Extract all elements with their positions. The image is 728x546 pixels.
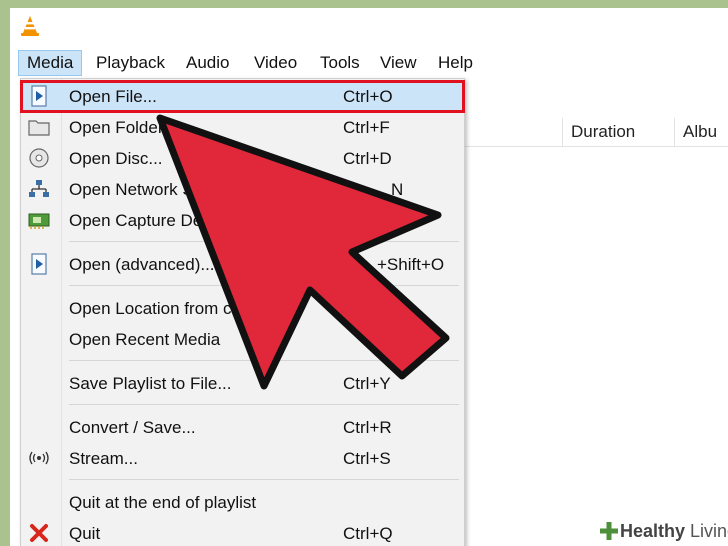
capture-card-icon [28, 213, 50, 229]
column-duration[interactable]: Duration [562, 118, 674, 146]
menu-label: Open Location from cl [69, 299, 236, 318]
menu-open-advanced[interactable]: Open (advanced)... +Shift+O [21, 249, 464, 280]
menu-label: Save Playlist to File... [69, 374, 232, 393]
menu-shortcut: N [391, 180, 404, 199]
menu-separator [69, 285, 459, 286]
watermark-brand-rest: Living [690, 521, 728, 541]
quit-icon [30, 524, 48, 542]
menu-help[interactable]: Help [430, 50, 481, 76]
play-file-icon [31, 85, 47, 107]
menu-label: Open Network S [69, 180, 194, 199]
watermark-text: Healthy Living [620, 519, 728, 543]
watermark-brand-bold: Healthy [620, 521, 686, 541]
menu-shortcut: Ctrl+F [343, 118, 390, 137]
menu-label: Open Disc... [69, 149, 163, 168]
menu-label: Open Capture De [69, 211, 203, 230]
menu-shortcut: Ctrl+Q [343, 524, 393, 543]
menu-label: Open File... [69, 87, 157, 106]
folder-icon [28, 120, 50, 136]
menu-playback[interactable]: Playback [88, 50, 173, 76]
menu-shortcut: Ctrl+O [343, 87, 393, 106]
menu-label: Quit [69, 524, 101, 543]
menu-open-recent-media[interactable]: Open Recent Media [21, 324, 464, 355]
menu-label: Open (advanced)... [69, 255, 215, 274]
menu-tools[interactable]: Tools [312, 50, 368, 76]
menu-bar: Media Playback Audio Video Tools View He… [10, 46, 728, 79]
vlc-window: Media Playback Audio Video Tools View He… [10, 8, 728, 546]
healthy-living-watermark: Healthy Living [594, 516, 728, 546]
menu-view[interactable]: View [372, 50, 425, 76]
menu-separator [69, 404, 459, 405]
menu-label: Convert / Save... [69, 418, 196, 437]
vlc-cone-icon [21, 16, 39, 36]
menu-open-folder[interactable]: Open Folder... Ctrl+F [21, 112, 464, 143]
menu-label: Stream... [69, 449, 138, 468]
menu-quit-end-playlist[interactable]: Quit at the end of playlist [21, 487, 464, 518]
column-album[interactable]: Albu [674, 118, 728, 146]
menu-open-location-clipboard[interactable]: Open Location from cl [21, 293, 464, 324]
disc-icon [29, 148, 49, 168]
play-file-icon [31, 253, 47, 275]
stream-icon [29, 451, 49, 465]
title-bar [10, 8, 728, 46]
menu-stream[interactable]: Stream... Ctrl+S [21, 443, 464, 474]
menu-shortcut: Ctrl+D [343, 149, 392, 168]
menu-label: Quit at the end of playlist [69, 493, 257, 512]
menu-open-disc[interactable]: Open Disc... Ctrl+D [21, 143, 464, 174]
network-icon [29, 180, 49, 197]
plus-leaf-icon [600, 522, 618, 540]
menu-audio[interactable]: Audio [178, 50, 237, 76]
menu-label: Open Folder... [69, 118, 177, 137]
playlist-header: Duration Albu [460, 118, 728, 147]
menu-open-file[interactable]: Open File... Ctrl+O [20, 80, 465, 113]
media-menu-dropdown: Open File... Ctrl+O Open Folder... Ctrl+… [20, 78, 465, 546]
menu-shortcut: Ctrl+Y [343, 374, 391, 393]
menu-shortcut: Ctrl+S [343, 449, 391, 468]
menu-save-playlist[interactable]: Save Playlist to File... Ctrl+Y [21, 368, 464, 399]
menu-separator [69, 479, 459, 480]
menu-separator [69, 241, 459, 242]
menu-video[interactable]: Video [246, 50, 305, 76]
menu-media[interactable]: Media [18, 50, 83, 76]
menu-quit[interactable]: Quit Ctrl+Q [21, 518, 464, 546]
menu-shortcut: +Shift+O [377, 255, 445, 274]
menu-convert-save[interactable]: Convert / Save... Ctrl+R [21, 412, 464, 443]
menu-open-capture-device[interactable]: Open Capture De [21, 205, 464, 236]
menu-shortcut: Ctrl+R [343, 418, 392, 437]
menu-separator [69, 360, 459, 361]
menu-open-network-stream[interactable]: Open Network S N [21, 174, 464, 205]
menu-label: Open Recent Media [69, 330, 221, 349]
